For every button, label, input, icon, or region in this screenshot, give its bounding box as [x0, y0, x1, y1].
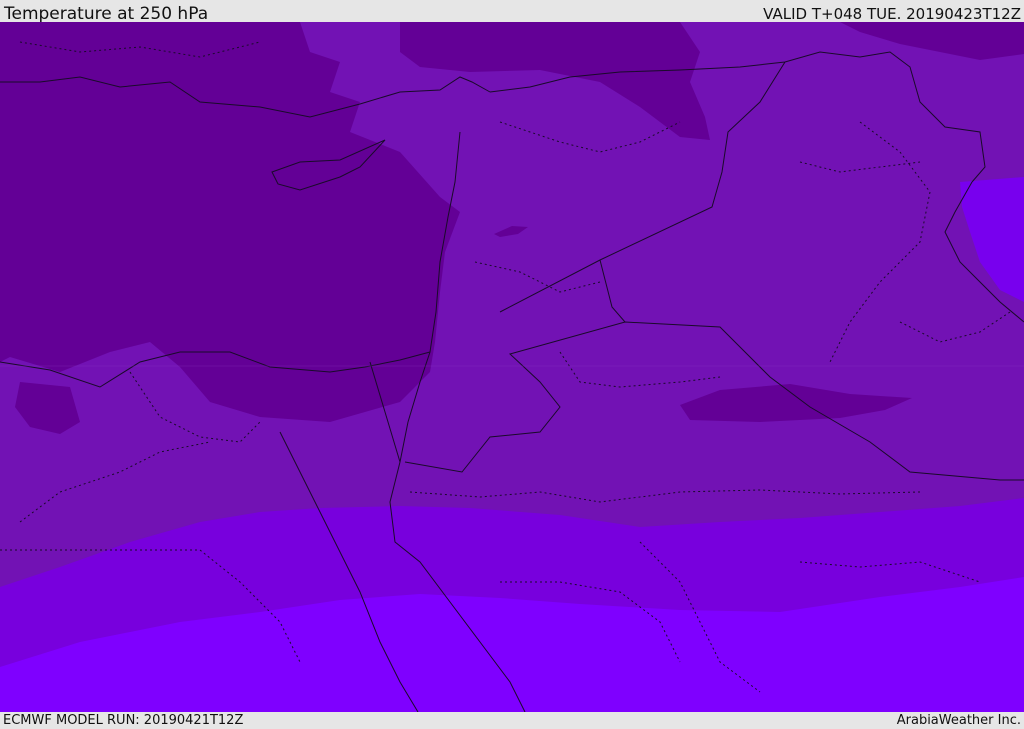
footer-bar: ECMWF MODEL RUN: 20190421T12Z ArabiaWeat…	[0, 712, 1024, 729]
header-bar: Temperature at 250 hPa VALID T+048 TUE. …	[0, 0, 1024, 24]
map-title: Temperature at 250 hPa	[4, 4, 209, 24]
temperature-map	[0, 22, 1024, 712]
valid-time: VALID T+048 TUE. 20190423T12Z	[763, 5, 1021, 23]
map-area[interactable]	[0, 22, 1024, 712]
model-run: ECMWF MODEL RUN: 20190421T12Z	[3, 713, 244, 728]
credit: ArabiaWeather Inc.	[896, 713, 1021, 728]
